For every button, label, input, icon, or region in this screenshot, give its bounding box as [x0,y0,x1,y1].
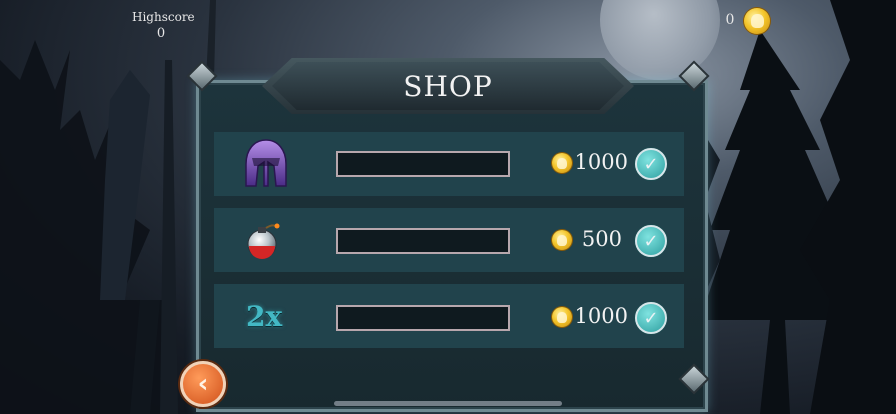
highscore-label: Highscore [132,10,195,24]
item-price: 500 [581,227,622,251]
coin-count: 0 [725,12,735,28]
title-plate-inner: SHOP [272,62,624,110]
checkmark-icon: ✓ [643,230,659,252]
coin-icon [744,8,770,34]
item-price: 1000 [574,150,628,174]
double-multiplier-icon: 2x [246,300,283,333]
home-indicator[interactable] [334,401,562,406]
buy-button[interactable]: ✓ [635,148,667,180]
item-price: 1000 [574,304,628,328]
highscore-value: 0 [156,26,166,41]
checkmark-icon: ✓ [643,307,659,329]
item-progress-bar [336,305,510,331]
spartan-helmet-icon [245,139,287,187]
potion-bomb-icon [247,223,280,259]
chevron-left-icon: ‹ [197,369,209,399]
buy-button[interactable]: ✓ [635,302,667,334]
checkmark-icon: ✓ [643,153,659,175]
back-button[interactable]: ‹ [180,361,226,407]
buy-button[interactable]: ✓ [635,225,667,257]
shop-title: SHOP [403,69,493,103]
item-progress-bar [336,228,510,254]
item-progress-bar [336,151,510,177]
